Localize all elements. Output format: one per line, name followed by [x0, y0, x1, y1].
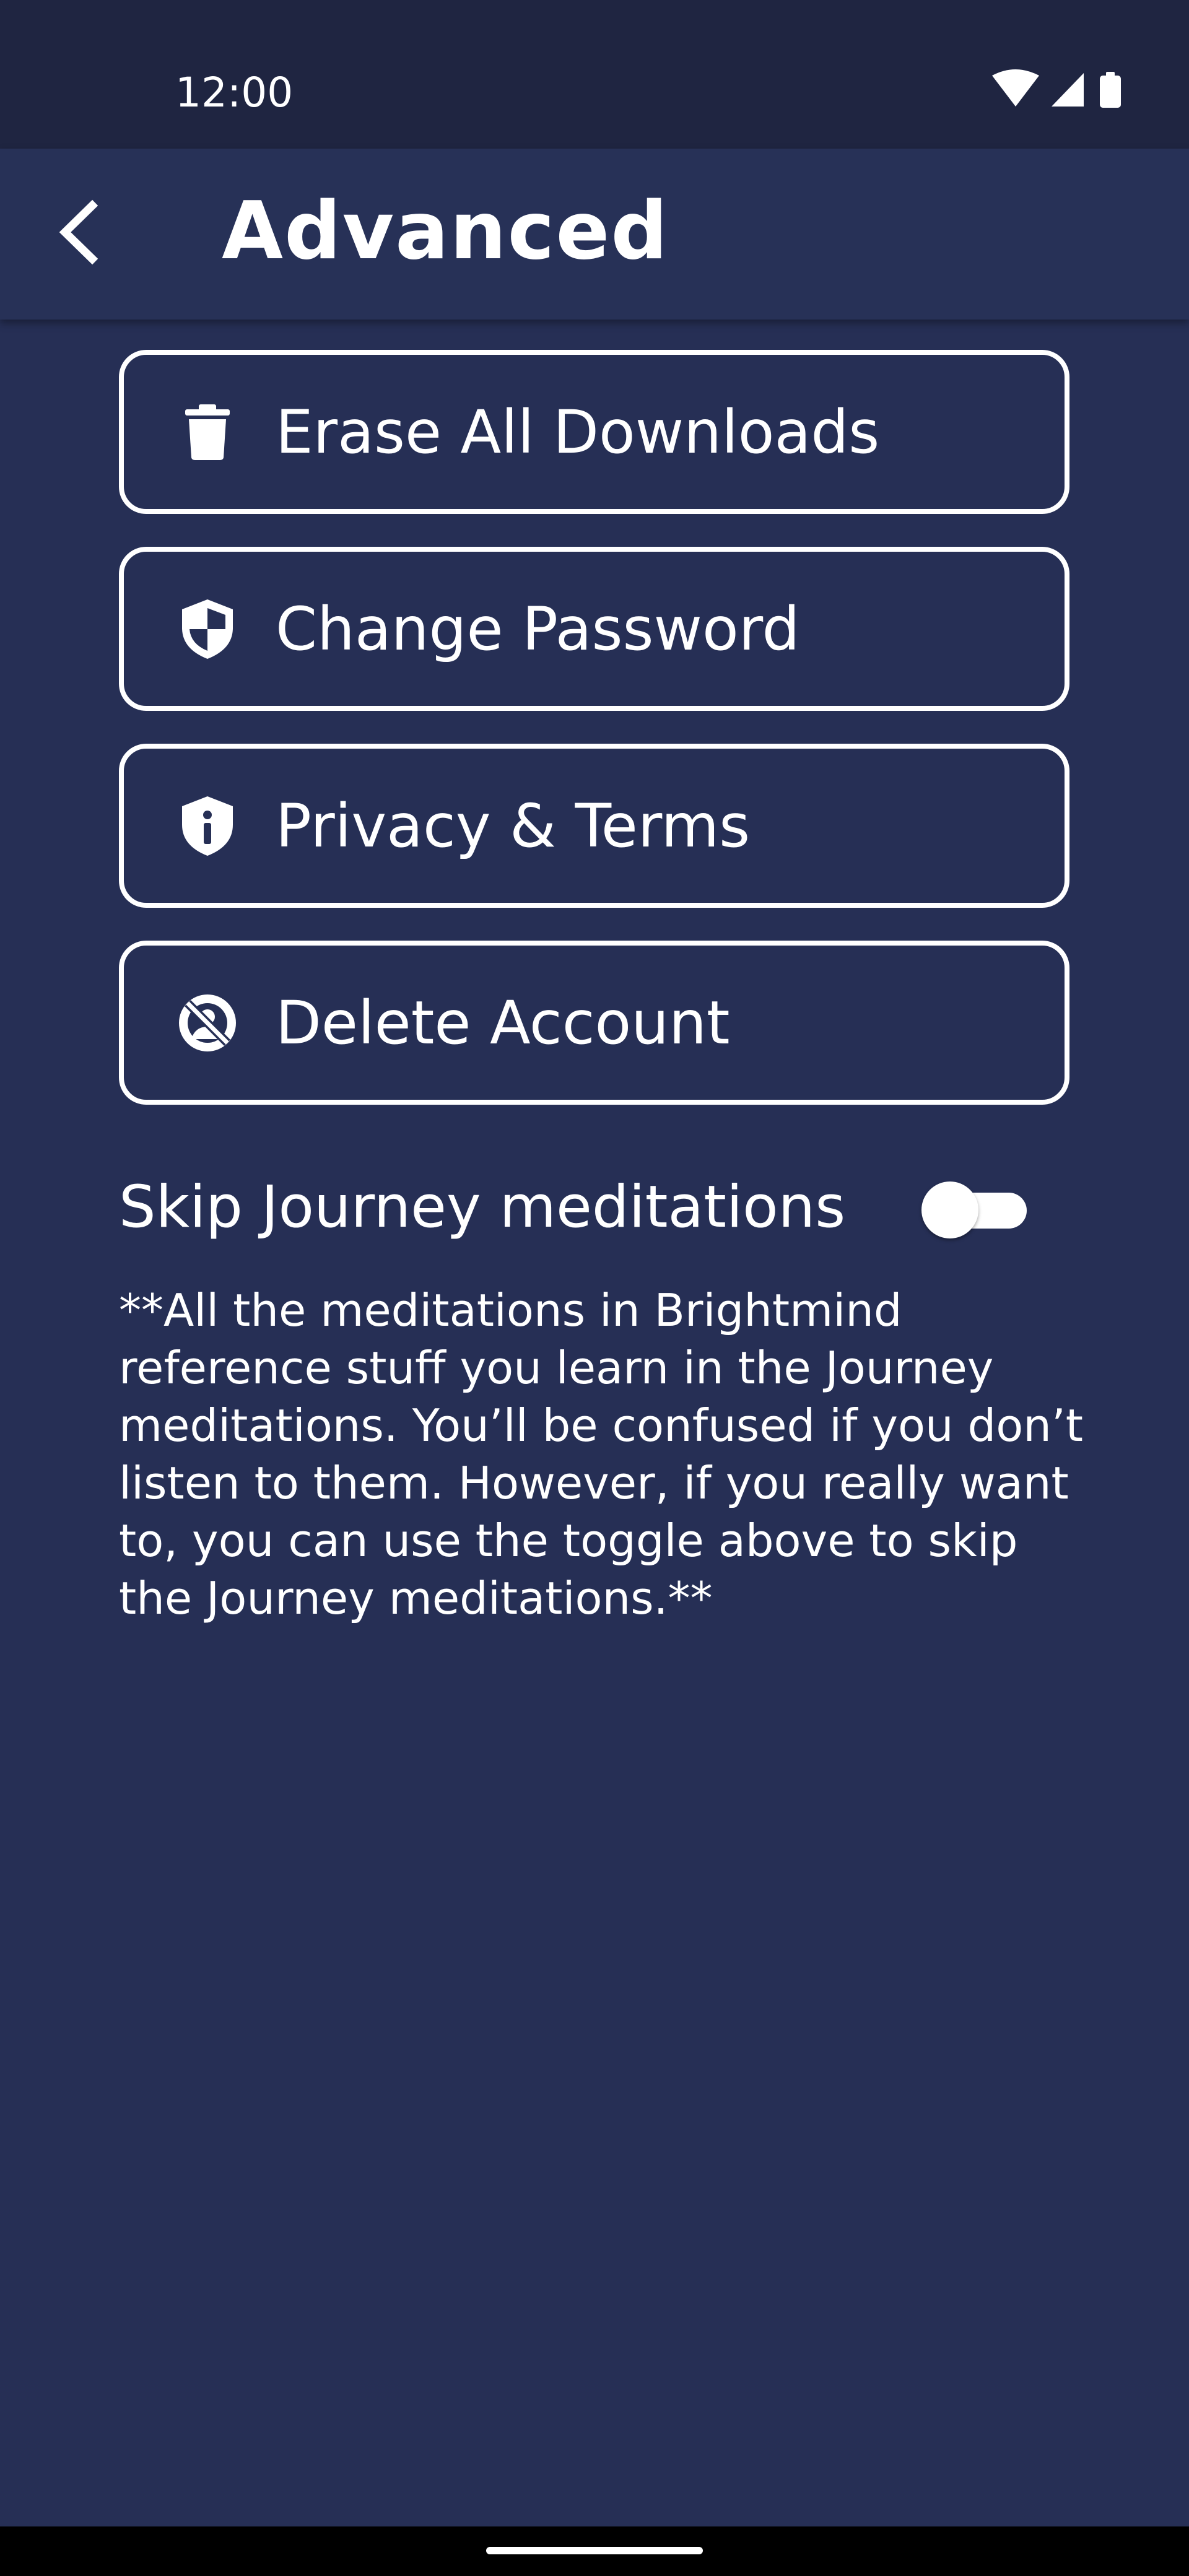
status-time: 12:00: [175, 69, 294, 116]
system-nav-bar: [0, 2526, 1189, 2576]
cell-signal-icon: [1052, 73, 1084, 107]
shield-info-icon: [176, 795, 238, 857]
no-account-icon: [176, 992, 238, 1054]
delete-account-label: Delete Account: [276, 988, 730, 1058]
delete-account-button[interactable]: Delete Account: [119, 941, 1069, 1105]
skip-journey-label: Skip Journey meditations: [119, 1173, 846, 1241]
toggle-thumb: [921, 1181, 978, 1238]
erase-all-downloads-label: Erase All Downloads: [276, 397, 880, 467]
trash-icon: [176, 401, 238, 463]
app-bar: Advanced: [0, 149, 1189, 320]
wifi-icon: [992, 69, 1039, 107]
home-gesture-handle[interactable]: [486, 2547, 703, 2554]
status-icons: [991, 68, 1139, 113]
chevron-left-icon: [59, 199, 98, 265]
skip-journey-toggle[interactable]: [921, 1180, 1032, 1238]
shield-half-icon: [176, 598, 238, 660]
privacy-terms-button[interactable]: Privacy & Terms: [119, 744, 1069, 908]
change-password-label: Change Password: [276, 594, 800, 664]
status-bar: 12:00: [0, 0, 1189, 149]
change-password-button[interactable]: Change Password: [119, 547, 1069, 711]
page-title: Advanced: [222, 185, 669, 277]
skip-journey-note: **All the meditations in Brightmind refe…: [119, 1284, 1084, 1624]
battery-icon: [1100, 72, 1121, 108]
privacy-terms-label: Privacy & Terms: [276, 791, 751, 861]
erase-all-downloads-button[interactable]: Erase All Downloads: [119, 350, 1069, 514]
back-button[interactable]: [32, 186, 125, 279]
